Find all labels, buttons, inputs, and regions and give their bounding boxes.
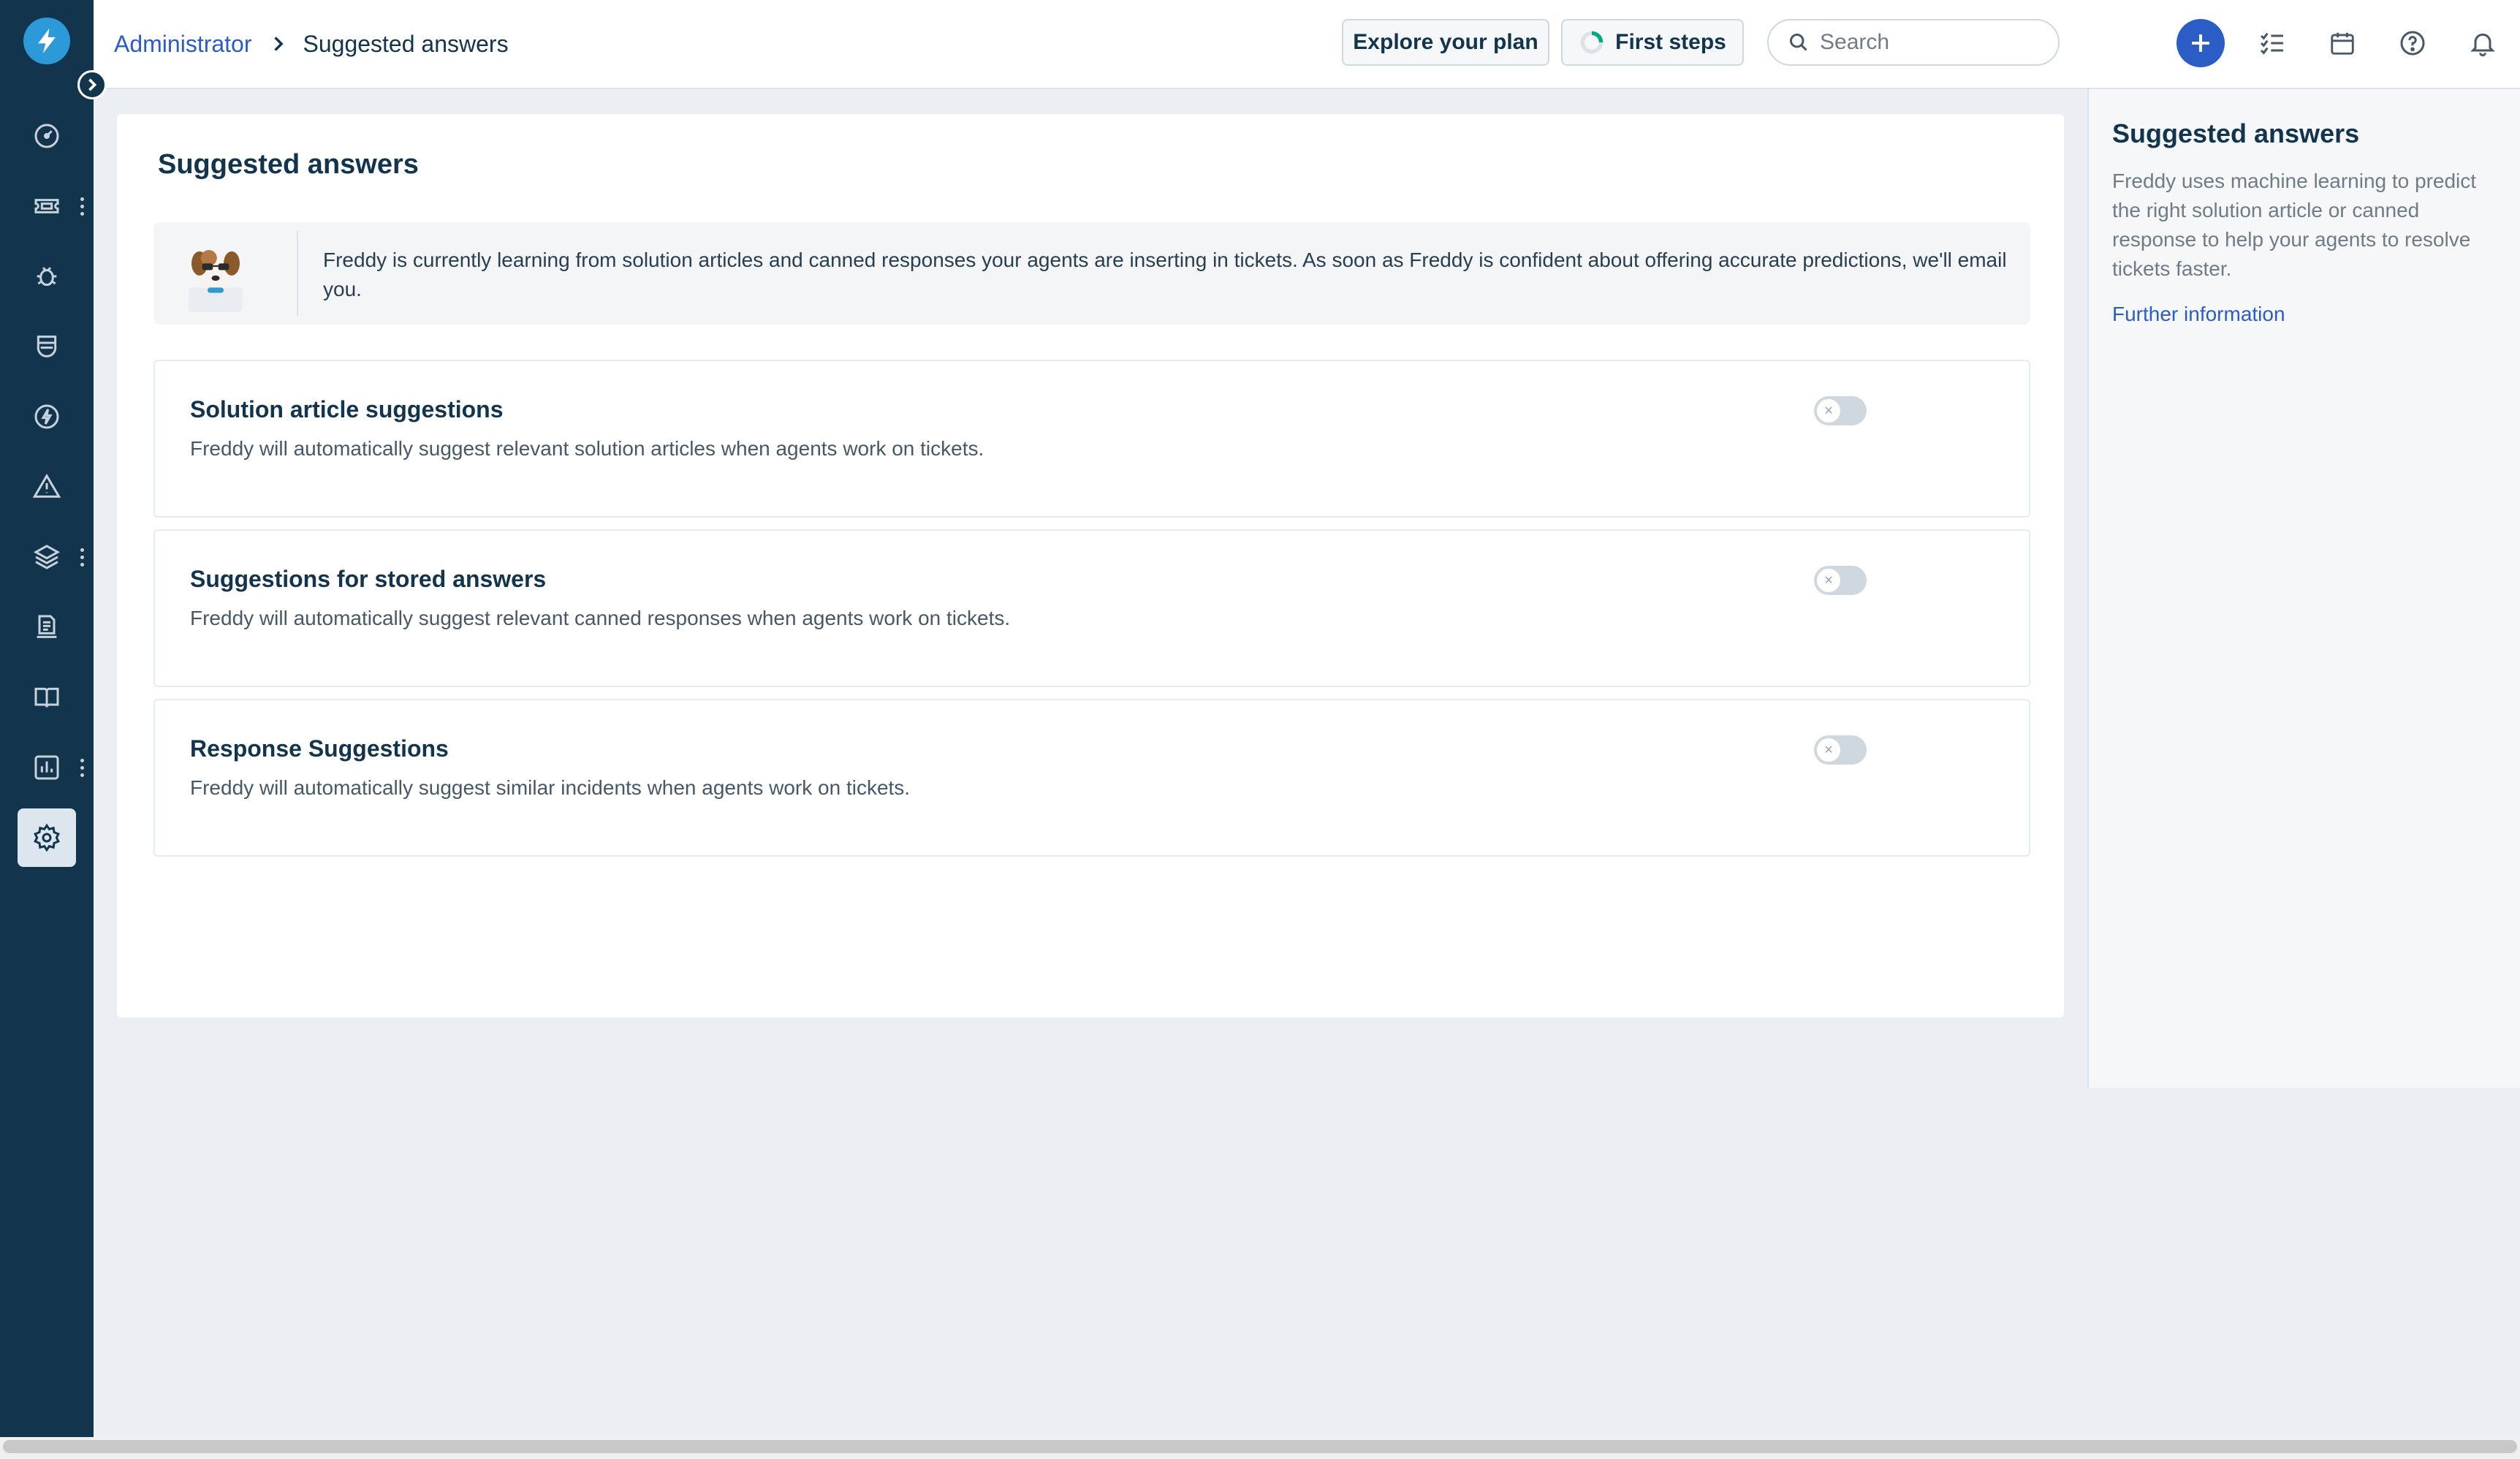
sidebar-item-analytics[interactable] — [18, 738, 76, 797]
analytics-menu-dots[interactable] — [76, 753, 88, 782]
gear-icon — [34, 823, 60, 852]
side-panel-title: Suggested answers — [2112, 118, 2360, 148]
sidebar-item-releases[interactable] — [18, 387, 76, 446]
explore-plan-label: Explore your plan — [1353, 30, 1538, 54]
lightning-icon — [38, 29, 56, 53]
sidebar-item-contracts[interactable] — [18, 598, 76, 656]
main-content: Suggested answers Freddy is currently le… — [117, 114, 2064, 1017]
assets-icon — [33, 545, 61, 569]
help-button[interactable] — [2390, 20, 2435, 66]
help-circle-icon — [2400, 31, 2425, 56]
solutions-icon — [34, 687, 59, 708]
changes-icon — [37, 336, 57, 357]
page-title: Suggested answers — [158, 149, 419, 180]
toggle-off-x-icon: × — [1815, 567, 1842, 594]
setting-title: Response Suggestions — [190, 735, 449, 762]
sidebar-item-changes[interactable] — [18, 317, 76, 376]
contracts-icon — [37, 615, 57, 638]
toggle-off-x-icon: × — [1815, 398, 1842, 424]
tickets-menu-dots[interactable] — [76, 192, 88, 221]
first-steps-button[interactable]: First steps — [1561, 19, 1744, 66]
toggle-off-x-icon: × — [1815, 737, 1842, 763]
plus-icon — [2192, 34, 2209, 52]
banner-divider — [297, 231, 298, 316]
response-suggestions-toggle[interactable]: × — [1814, 735, 1867, 765]
sidebar-item-tickets[interactable] — [18, 177, 76, 235]
search-input[interactable]: Search — [1767, 19, 2060, 66]
bell-icon — [2470, 33, 2495, 57]
further-information-link[interactable]: Further information — [2112, 303, 2285, 326]
setting-description: Freddy will automatically suggest releva… — [190, 437, 984, 460]
help-side-panel: Suggested answers Freddy uses machine le… — [2087, 89, 2520, 1088]
solution-article-suggestions-toggle[interactable]: × — [1814, 396, 1867, 425]
sidebar-item-alerts[interactable] — [18, 458, 76, 516]
alerts-icon — [32, 474, 61, 498]
search-placeholder: Search — [1820, 30, 1890, 54]
app-logo[interactable] — [23, 18, 70, 64]
setting-title: Solution article suggestions — [190, 396, 504, 422]
setting-title: Suggestions for stored answers — [190, 566, 547, 592]
breadcrumb-current: Suggested answers — [303, 30, 509, 57]
breadcrumb: Administrator Suggested answers — [114, 28, 509, 60]
analytics-icon — [34, 755, 59, 780]
progress-ring-icon — [1580, 31, 1604, 54]
breadcrumb-administrator-link[interactable]: Administrator — [114, 31, 252, 58]
sidebar-item-dashboard[interactable] — [18, 107, 76, 165]
freddy-mascot-icon — [189, 250, 243, 312]
chevron-right-icon — [88, 78, 97, 91]
setting-card-solution-articles: Solution article suggestions Freddy will… — [153, 360, 2030, 518]
stored-answers-suggestions-toggle[interactable]: × — [1814, 566, 1867, 595]
setting-card-stored-answers: Suggestions for stored answers Freddy wi… — [153, 529, 2030, 687]
setting-description: Freddy will automatically suggest releva… — [190, 607, 1011, 629]
first-steps-label: First steps — [1615, 30, 1726, 54]
setting-card-response-suggestions: Response Suggestions Freddy will automat… — [153, 699, 2030, 857]
banner-message: Freddy is currently learning from soluti… — [323, 249, 2007, 300]
sidebar-expand-button[interactable] — [77, 70, 107, 99]
task-list-icon — [2260, 32, 2283, 55]
sidebar-item-assets[interactable] — [18, 528, 76, 586]
horizontal-scrollbar[interactable] — [0, 1437, 2520, 1459]
tasks-button[interactable] — [2250, 20, 2295, 66]
sidebar-item-admin[interactable] — [18, 808, 76, 867]
sidebar-item-solutions[interactable] — [18, 668, 76, 727]
releases-icon — [34, 404, 59, 429]
dashboard-icon — [34, 124, 59, 148]
new-item-button[interactable] — [2176, 19, 2225, 67]
scrollbar-thumb[interactable] — [3, 1440, 2517, 1453]
sidebar — [0, 0, 94, 1459]
tickets-icon — [34, 199, 59, 213]
search-icon — [1790, 34, 1807, 51]
calendar-button[interactable] — [2320, 20, 2365, 66]
problems-icon — [37, 267, 57, 287]
freddy-info-banner: Freddy is currently learning from soluti… — [153, 222, 2030, 325]
top-header: Administrator Suggested answers Explore … — [94, 0, 2520, 89]
calendar-icon — [2331, 32, 2354, 55]
side-panel-description: Freddy uses machine learning to predict … — [2112, 170, 2477, 280]
notifications-button[interactable] — [2460, 20, 2505, 66]
sidebar-item-problems[interactable] — [18, 247, 76, 306]
setting-description: Freddy will automatically suggest simila… — [190, 776, 911, 799]
assets-menu-dots[interactable] — [76, 542, 88, 572]
chevron-right-icon — [273, 37, 284, 51]
explore-plan-button[interactable]: Explore your plan — [1342, 19, 1549, 66]
